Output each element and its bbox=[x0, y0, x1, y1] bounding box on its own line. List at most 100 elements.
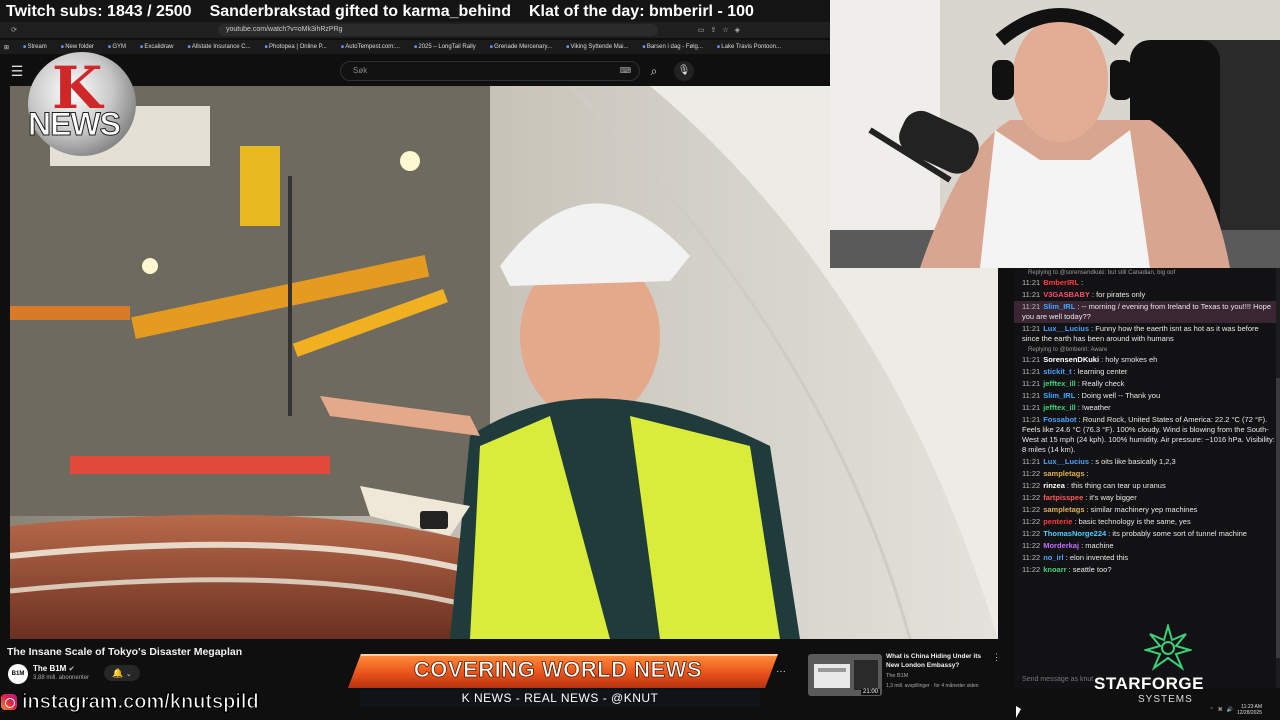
chat-timestamp: 11:22 bbox=[1022, 469, 1041, 478]
chat-username[interactable]: Lux__Lucius bbox=[1043, 457, 1089, 466]
chat-username[interactable]: Fossabot bbox=[1043, 415, 1076, 424]
chat-message: 11:22 sampletags: bbox=[1014, 468, 1280, 480]
chevron-up-icon[interactable]: ⌃ bbox=[1210, 707, 1214, 713]
chat-timestamp: 11:22 bbox=[1022, 493, 1041, 502]
chat-text: !weather bbox=[1081, 403, 1111, 412]
k-news-logo: K NEWS bbox=[22, 48, 144, 160]
search-input[interactable]: Søk ⌨ bbox=[340, 61, 640, 81]
chat-username[interactable]: jefftex_ill bbox=[1043, 403, 1076, 412]
chat-username[interactable]: Morderkaj bbox=[1043, 541, 1079, 550]
chat-timestamp: 11:21 bbox=[1022, 379, 1041, 388]
chat-message: 11:21 SorensenDKuki: holy smokes eh bbox=[1014, 354, 1280, 366]
chat-timestamp: 11:21 bbox=[1022, 324, 1041, 333]
bookmark-item[interactable]: Viking Syttende Mai... bbox=[566, 44, 629, 50]
chat-username[interactable]: ThomasNorge224 bbox=[1043, 529, 1106, 538]
chat-text: its probably some sort of tunnel machine bbox=[1112, 529, 1247, 538]
instagram-handle: instagram.com/knutspild bbox=[22, 690, 260, 713]
chat-username[interactable]: BmberIRL bbox=[1043, 278, 1079, 287]
bookmark-item[interactable]: Lake Travis Pontoon... bbox=[717, 44, 781, 50]
chat-message: 11:22 no_irl: elon invented this bbox=[1014, 552, 1280, 564]
chat-timestamp: 11:21 bbox=[1022, 457, 1041, 466]
chat-username[interactable]: rinzea bbox=[1043, 481, 1065, 490]
chat-message: 11:21 Slim_IRL: Doing well -- Thank you bbox=[1014, 390, 1280, 402]
chat-username[interactable]: knoarr bbox=[1043, 565, 1066, 574]
chat-message: 11:22 penterie: basic technology is the s… bbox=[1014, 516, 1280, 528]
bookmark-item[interactable]: Allstate Insurance C... bbox=[187, 44, 251, 50]
suggested-video-channel: The B1M bbox=[886, 673, 909, 679]
chat-username[interactable]: Lux__Lucius bbox=[1043, 324, 1089, 333]
chat-message: 11:21 BmberIRL: bbox=[1014, 277, 1280, 289]
chat-username[interactable]: Slim_IRL bbox=[1043, 391, 1075, 400]
extension-icon[interactable]: ◈ bbox=[735, 26, 740, 34]
chat-timestamp: 11:21 bbox=[1022, 278, 1041, 287]
keyboard-icon[interactable]: ⌨ bbox=[619, 62, 639, 80]
chat-username[interactable]: sampletags bbox=[1043, 505, 1084, 514]
chat-timestamp: 11:22 bbox=[1022, 529, 1041, 538]
cast-icon[interactable]: ▭ bbox=[698, 26, 705, 34]
chat-text: similar machinery yep machines bbox=[1090, 505, 1198, 514]
share-icon[interactable]: ⇪ bbox=[710, 26, 716, 34]
chat-scrollbar[interactable] bbox=[1276, 268, 1280, 688]
search-icon[interactable]: ⌕ bbox=[640, 64, 668, 79]
chat-message: 11:22 fartpisspee: it's way bigger bbox=[1014, 492, 1280, 504]
chat-username[interactable]: stickit_t bbox=[1043, 367, 1071, 376]
chat-timestamp: 11:22 bbox=[1022, 517, 1041, 526]
chat-text: holy smokes eh bbox=[1105, 355, 1158, 364]
chat-username[interactable]: V3GASBABY bbox=[1043, 290, 1090, 299]
network-icon[interactable]: ⌘ bbox=[1218, 707, 1223, 713]
starforge-logo-icon bbox=[1144, 624, 1192, 671]
chat-reply-context: Replying to @sorensendkuki: but still Ca… bbox=[1028, 270, 1176, 276]
channel-subscribers: 3,88 mill. abonnenter bbox=[33, 675, 90, 681]
chat-username[interactable]: sampletags bbox=[1043, 469, 1084, 478]
subs-ticker: Twitch subs: 1843 / 2500 Sanderbrakstad … bbox=[0, 0, 830, 24]
instagram-handle-overlay: instagram.com/knutspild bbox=[0, 690, 259, 714]
chat-timestamp: 11:21 bbox=[1022, 290, 1041, 299]
taskbar-clock[interactable]: 11:23 AM 12/28/2025 bbox=[1237, 704, 1262, 716]
star-icon[interactable]: ☆ bbox=[722, 26, 728, 34]
chat-timestamp: 11:22 bbox=[1022, 505, 1041, 514]
chat-message: 11:21 Lux__Lucius: s oits like basically … bbox=[1014, 456, 1280, 468]
bookmark-item[interactable]: Photopea | Online P... bbox=[265, 44, 327, 50]
bookmark-item[interactable]: 2025 – LongTail Rally bbox=[414, 44, 475, 50]
extension-icons: ▭ ⇪ ☆ ◈ bbox=[698, 26, 830, 34]
bell-icon: 🔔 bbox=[112, 668, 124, 678]
bookmark-item[interactable]: Barsen i dag - Følg... bbox=[642, 44, 703, 50]
suggested-more-icon[interactable]: ⋮ bbox=[992, 652, 1001, 663]
chat-message: 11:22 knoarr: seattle too? bbox=[1014, 564, 1280, 576]
chat-message: 11:22 rinzea: this thing can tear up uran… bbox=[1014, 480, 1280, 492]
more-options-icon[interactable]: ··· bbox=[772, 667, 790, 680]
subs-count: Twitch subs: 1843 / 2500 bbox=[6, 3, 192, 20]
system-tray: ⌃ ⌘ 🔊 11:23 AM 12/28/2025 bbox=[1138, 700, 1280, 720]
channel-name-text: The B1M bbox=[33, 664, 67, 673]
volume-icon[interactable]: 🔊 bbox=[1227, 707, 1233, 713]
bookmark-item[interactable]: AutoTempest.com:... bbox=[341, 44, 400, 50]
chat-timestamp: 11:22 bbox=[1022, 553, 1041, 562]
chat-username[interactable]: penterie bbox=[1043, 517, 1072, 526]
chat-text: this thing can tear up uranus bbox=[1071, 481, 1166, 490]
notification-bell-button[interactable]: 🔔 ⌄ bbox=[104, 665, 140, 681]
channel-name[interactable]: The B1M ✔ bbox=[33, 664, 74, 673]
chat-reply-context: Replying to @bmberirl: Aware bbox=[1028, 347, 1108, 353]
chat-username[interactable]: fartpisspee bbox=[1043, 493, 1083, 502]
suggested-video-title[interactable]: What is China Hiding Under its New Londo… bbox=[886, 652, 990, 670]
reload-icon[interactable]: ⟳ bbox=[0, 26, 28, 34]
mouse-cursor-icon bbox=[1016, 706, 1021, 718]
verified-icon: ✔ bbox=[68, 666, 75, 673]
chat-username[interactable]: Slim_IRL bbox=[1043, 302, 1075, 311]
suggested-video-thumbnail[interactable]: 21:00 bbox=[808, 654, 882, 696]
stream-layout: Twitch subs: 1843 / 2500 Sanderbrakstad … bbox=[0, 0, 1280, 720]
chat-text: it's way bigger bbox=[1089, 493, 1137, 502]
chat-username[interactable]: no_irl bbox=[1043, 553, 1063, 562]
apps-icon[interactable]: ⊞ bbox=[4, 44, 9, 51]
bookmark-item[interactable]: Excalidraw bbox=[140, 44, 173, 50]
chat-username[interactable]: SorensenDKuki bbox=[1043, 355, 1099, 364]
chat-timestamp: 11:21 bbox=[1022, 415, 1041, 424]
chat-username[interactable]: jefftex_ill bbox=[1043, 379, 1076, 388]
channel-avatar[interactable]: B1M bbox=[8, 664, 28, 684]
bookmark-item[interactable]: Grenade Mercenary... bbox=[490, 44, 552, 50]
chat-timestamp: 11:21 bbox=[1022, 355, 1041, 364]
webcam-frame bbox=[830, 0, 1280, 268]
address-bar[interactable]: youtube.com/watch?v=oMk3ihRzPRg bbox=[218, 24, 658, 36]
microphone-icon[interactable]: 🎙 bbox=[674, 61, 694, 81]
klat-of-day: Klat of the day: bmberirl - 100 bbox=[528, 3, 754, 20]
